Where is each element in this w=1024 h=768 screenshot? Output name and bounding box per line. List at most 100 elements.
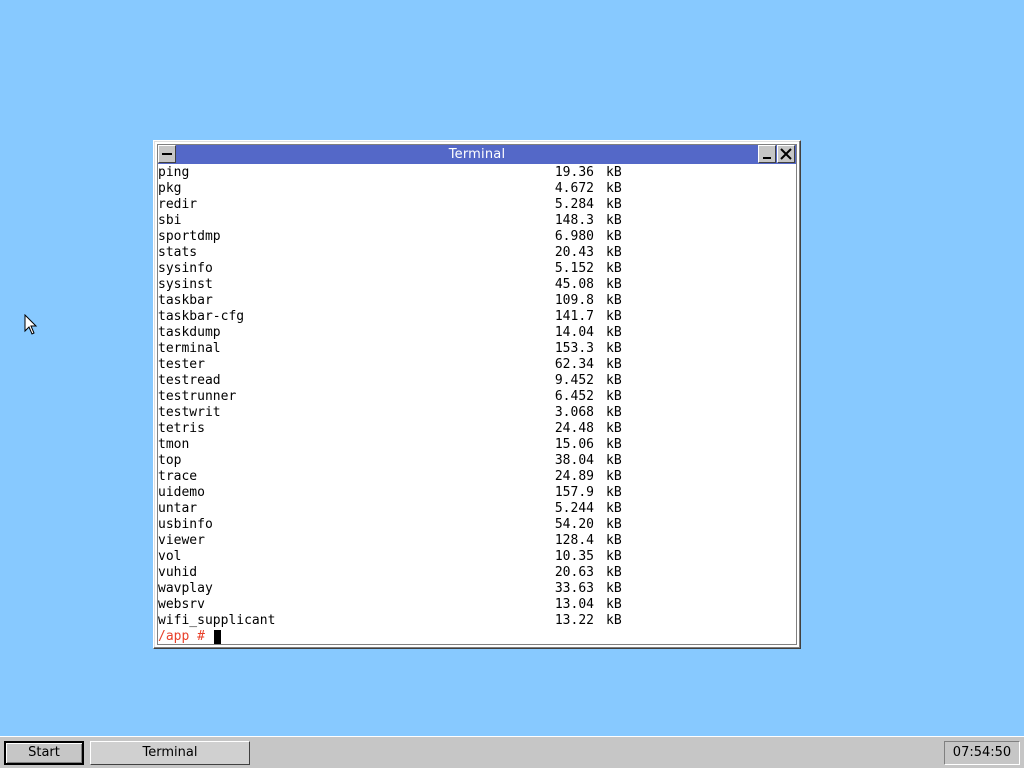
file-size-unit: kB — [606, 405, 622, 420]
file-size-unit: kB — [606, 357, 622, 372]
close-icon — [780, 148, 792, 160]
file-name: ping — [158, 165, 190, 180]
taskbar-item-terminal[interactable]: Terminal — [90, 741, 250, 765]
file-size-unit: kB — [606, 165, 622, 180]
file-name: testwrit — [158, 405, 221, 420]
file-name: pkg — [158, 181, 182, 196]
shell-prompt: /app # — [158, 629, 205, 644]
terminal-line: sysinst 45.08 kB — [158, 277, 796, 293]
minimize-icon — [763, 157, 771, 159]
file-name: taskbar — [158, 293, 213, 308]
file-size: 20.43 — [554, 245, 594, 260]
terminal-line: redir 5.284 kB — [158, 197, 796, 213]
file-name: sbi — [158, 213, 182, 228]
file-size: 38.04 — [554, 453, 594, 468]
terminal-output[interactable]: ping 19.36 kB pkg 4.672 kB redir 5.284 kB sbi 148.… — [158, 165, 796, 644]
file-size: 6.452 — [554, 389, 594, 404]
file-size: 45.08 — [554, 277, 594, 292]
file-size-unit: kB — [606, 309, 622, 324]
file-size: 5.152 — [554, 261, 594, 276]
file-size: 6.980 — [554, 229, 594, 244]
file-name: uidemo — [158, 485, 205, 500]
file-name: stats — [158, 245, 198, 260]
file-size-unit: kB — [606, 469, 622, 484]
terminal-line: vuhid 20.63 kB — [158, 565, 796, 581]
file-size-unit: kB — [606, 261, 622, 276]
file-name: trace — [158, 469, 198, 484]
terminal-line: tester 62.34 kB — [158, 357, 796, 373]
file-size: 19.36 — [554, 165, 594, 180]
desktop[interactable]: Terminal ping 19.36 kB pkg 4.672 kB redir 5.284… — [0, 0, 1024, 736]
file-size-unit: kB — [606, 373, 622, 388]
terminal-line: testread 9.452 kB — [158, 373, 796, 389]
terminal-line: trace 24.89 kB — [158, 469, 796, 485]
file-size: 4.672 — [554, 181, 594, 196]
terminal-line: tetris 24.48 kB — [158, 421, 796, 437]
terminal-line: stats 20.43 kB — [158, 245, 796, 261]
taskbar: Start Terminal 07:54:50 — [0, 736, 1024, 768]
terminal-line: vol 10.35 kB — [158, 549, 796, 565]
file-size-unit: kB — [606, 341, 622, 356]
file-size: 5.284 — [554, 197, 594, 212]
file-size-unit: kB — [606, 437, 622, 452]
file-size: 62.34 — [554, 357, 594, 372]
file-size-unit: kB — [606, 421, 622, 436]
file-size-unit: kB — [606, 277, 622, 292]
file-size-unit: kB — [606, 533, 622, 548]
file-size: 9.452 — [554, 373, 594, 388]
terminal-line: ping 19.36 kB — [158, 165, 796, 181]
file-size: 24.89 — [554, 469, 594, 484]
file-size-unit: kB — [606, 213, 622, 228]
terminal-line: terminal 153.3 kB — [158, 341, 796, 357]
terminal-line: top 38.04 kB — [158, 453, 796, 469]
file-size-unit: kB — [606, 501, 622, 516]
file-name: untar — [158, 501, 198, 516]
terminal-line: sysinfo 5.152 kB — [158, 261, 796, 277]
window-titlebar[interactable]: Terminal — [158, 145, 796, 164]
prompt-line[interactable]: /app # — [158, 629, 796, 644]
terminal-line: tmon 15.06 kB — [158, 437, 796, 453]
minimize-button[interactable] — [758, 145, 776, 163]
text-cursor — [214, 630, 221, 644]
file-size: 15.06 — [554, 437, 594, 452]
terminal-line: uidemo 157.9 kB — [158, 485, 796, 501]
file-size-unit: kB — [606, 245, 622, 260]
close-button[interactable] — [777, 145, 795, 163]
start-button[interactable]: Start — [4, 741, 84, 765]
file-name: taskdump — [158, 325, 221, 340]
file-name: tmon — [158, 437, 190, 452]
file-name: tetris — [158, 421, 205, 436]
file-name: sysinfo — [158, 261, 213, 276]
taskbar-clock: 07:54:50 — [944, 741, 1020, 765]
terminal-window[interactable]: Terminal ping 19.36 kB pkg 4.672 kB redir 5.284… — [153, 140, 801, 649]
file-name: testrunner — [158, 389, 237, 404]
file-name: testread — [158, 373, 221, 388]
file-size-unit: kB — [606, 581, 622, 596]
file-size: 13.04 — [554, 597, 594, 612]
file-size-unit: kB — [606, 293, 622, 308]
file-name: top — [158, 453, 182, 468]
file-name: vol — [158, 549, 182, 564]
file-size: 24.48 — [554, 421, 594, 436]
terminal-window-frame: Terminal ping 19.36 kB pkg 4.672 kB redir 5.284… — [157, 144, 797, 645]
file-name: usbinfo — [158, 517, 213, 532]
file-name: wifi_supplicant — [158, 613, 276, 628]
terminal-line: taskbar 109.8 kB — [158, 293, 796, 309]
file-size: 5.244 — [554, 501, 594, 516]
terminal-line: taskbar-cfg 141.7 kB — [158, 309, 796, 325]
file-name: wavplay — [158, 581, 213, 596]
terminal-line: sportdmp 6.980 kB — [158, 229, 796, 245]
file-size-unit: kB — [606, 197, 622, 212]
file-size: 157.9 — [554, 485, 594, 500]
file-size: 3.068 — [554, 405, 594, 420]
file-size-unit: kB — [606, 517, 622, 532]
mouse-pointer-icon — [24, 314, 38, 335]
file-size-unit: kB — [606, 389, 622, 404]
terminal-line: wifi_supplicant 13.22 kB — [158, 613, 796, 629]
file-size: 33.63 — [554, 581, 594, 596]
file-size: 20.63 — [554, 565, 594, 580]
terminal-line: taskdump 14.04 kB — [158, 325, 796, 341]
file-name: sysinst — [158, 277, 213, 292]
file-size-unit: kB — [606, 181, 622, 196]
file-size-unit: kB — [606, 597, 622, 612]
